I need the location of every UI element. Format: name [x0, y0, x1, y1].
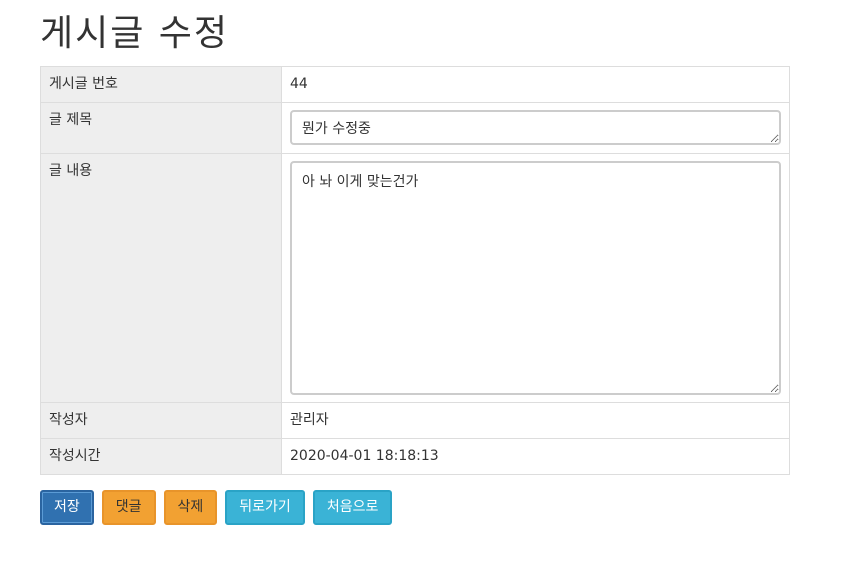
- writer-value: 관리자: [281, 402, 790, 439]
- post-number-label: 게시글 번호: [40, 66, 282, 103]
- post-edit-table: 게시글 번호 44 글 제목 글 내용 작성자 관리자 작성시간 2020-04…: [40, 66, 790, 475]
- post-number-value: 44: [281, 66, 790, 103]
- post-title-input[interactable]: [290, 110, 781, 145]
- post-content-textarea[interactable]: [290, 161, 781, 395]
- post-title-label: 글 제목: [40, 102, 282, 154]
- created-time-value: 2020-04-01 18:18:13: [281, 438, 790, 475]
- save-button[interactable]: 저장: [40, 490, 94, 525]
- reply-button[interactable]: 댓글: [101, 490, 156, 525]
- home-button[interactable]: 처음으로: [312, 490, 393, 525]
- writer-label: 작성자: [40, 402, 282, 439]
- table-row: 게시글 번호 44: [40, 66, 790, 103]
- back-button[interactable]: 뒤로가기: [225, 490, 305, 525]
- table-row: 작성시간 2020-04-01 18:18:13: [40, 438, 790, 475]
- delete-button[interactable]: 삭제: [163, 490, 218, 525]
- post-content-label: 글 내용: [40, 153, 282, 403]
- table-row: 글 제목: [40, 102, 790, 154]
- created-time-label: 작성시간: [40, 438, 282, 475]
- action-button-row: 저장 댓글 삭제 뒤로가기 처음으로: [40, 490, 393, 525]
- table-row: 작성자 관리자: [40, 402, 790, 439]
- page-title: 게시글 수정: [40, 13, 230, 54]
- table-row: 글 내용: [40, 153, 790, 403]
